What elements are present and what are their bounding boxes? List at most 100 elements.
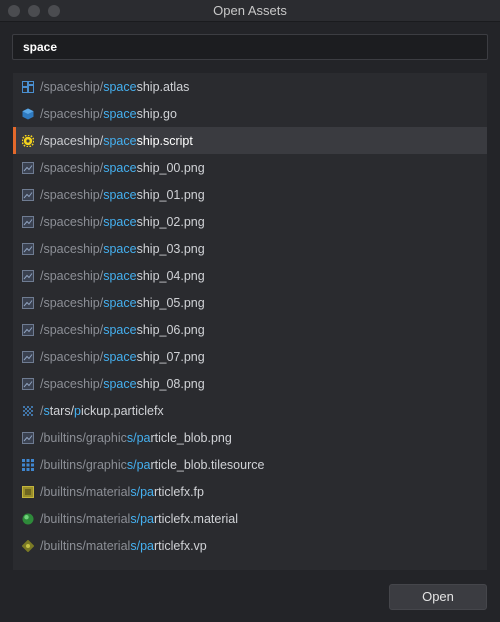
path-prefix: /spaceship/ — [40, 376, 104, 391]
tilesource-icon — [22, 458, 34, 471]
image-icon — [22, 350, 34, 363]
file-name: rticlefx.fp — [153, 484, 204, 499]
result-row[interactable]: /spaceship/space ship_01.png — [13, 181, 487, 208]
path-prefix: /spaceship/ — [40, 79, 104, 94]
result-row[interactable]: /builtins/material s/pa rticlefx.material — [13, 505, 487, 532]
match-highlight: space — [103, 376, 137, 391]
result-row[interactable]: / s tars/p ickup.particlefx — [13, 397, 487, 424]
file-name: ship_04.png — [136, 268, 205, 283]
particlefx-icon — [22, 405, 34, 417]
file-name: ship_00.png — [136, 160, 205, 175]
image-icon — [22, 431, 34, 444]
result-row[interactable]: /spaceship/space ship_03.png — [13, 235, 487, 262]
result-row[interactable]: /spaceship/space ship_08.png — [13, 370, 487, 397]
result-row[interactable]: /spaceship/space ship.atlas — [13, 73, 487, 100]
image-icon — [22, 161, 34, 174]
path-prefix: /spaceship/ — [40, 187, 104, 202]
search-input[interactable]: space — [12, 34, 488, 60]
result-row[interactable]: /builtins/material s/pa rticlefx.vp — [13, 532, 487, 559]
file-name: ship.atlas — [136, 79, 190, 94]
result-row[interactable]: /builtins/graphic s/pa rticle_blob.tilesou… — [13, 451, 487, 478]
file-name: rticle_blob.tilesource — [150, 457, 265, 472]
path-segment: tars/ — [49, 403, 75, 418]
match-highlight: s/ — [130, 484, 141, 499]
match-highlight: pa — [140, 484, 154, 499]
path-prefix: /spaceship/ — [40, 106, 104, 121]
open-button[interactable]: Open — [389, 584, 487, 610]
fragment-program-icon — [22, 485, 34, 498]
match-highlight: pa — [140, 538, 154, 553]
gameobject-icon — [22, 108, 34, 120]
image-icon — [22, 323, 34, 336]
image-icon — [22, 296, 34, 309]
match-highlight: pa — [136, 430, 151, 445]
image-icon — [22, 242, 34, 255]
match-highlight: s/ — [126, 457, 137, 472]
window-title: Open Assets — [213, 3, 287, 18]
path-prefix: /builtins/graphic — [40, 457, 127, 472]
file-name: rticle_blob.png — [150, 430, 232, 445]
result-row[interactable]: /spaceship/space ship_06.png — [13, 316, 487, 343]
path-prefix: /builtins/material — [40, 511, 131, 526]
open-assets-dialog: Open Assets space /spaceship/space ship.a… — [0, 0, 500, 622]
result-row[interactable]: /spaceship/space ship.go — [13, 100, 487, 127]
match-highlight: space — [103, 268, 137, 283]
atlas-icon — [22, 80, 34, 93]
file-name: ickup.particlefx — [81, 403, 164, 418]
file-name: ship_08.png — [136, 376, 205, 391]
script-gear-icon — [21, 133, 35, 148]
image-icon — [22, 377, 34, 390]
match-highlight: p — [74, 403, 81, 418]
match-highlight: pa — [140, 511, 154, 526]
result-row[interactable]: /spaceship/space ship_05.png — [13, 289, 487, 316]
file-name: ship.go — [136, 106, 177, 121]
path-prefix: /spaceship/ — [40, 160, 104, 175]
path-prefix: /spaceship/ — [40, 214, 104, 229]
result-row[interactable]: /spaceship/space ship.script — [13, 127, 487, 154]
file-name: ship_03.png — [136, 241, 205, 256]
match-highlight: s/ — [126, 430, 137, 445]
image-icon — [22, 269, 34, 282]
path-prefix: /spaceship/ — [40, 241, 104, 256]
path-prefix: /spaceship/ — [40, 295, 104, 310]
match-highlight: s/ — [130, 511, 141, 526]
results-list[interactable]: /spaceship/space ship.atlas/spaceship/spa… — [13, 73, 487, 570]
path-prefix: /spaceship/ — [40, 322, 104, 337]
path-prefix: /spaceship/ — [40, 268, 104, 283]
path-prefix: /spaceship/ — [40, 133, 104, 148]
file-name: rticlefx.material — [153, 511, 239, 526]
file-name: ship.script — [136, 133, 193, 148]
path-prefix: /builtins/material — [40, 538, 131, 553]
image-icon — [22, 188, 34, 201]
result-row[interactable]: /spaceship/space ship_00.png — [13, 154, 487, 181]
material-icon — [22, 513, 34, 525]
match-highlight: space — [103, 349, 137, 364]
result-row[interactable]: /spaceship/space ship_07.png — [13, 343, 487, 370]
path-prefix: /builtins/graphic — [40, 430, 127, 445]
match-highlight: space — [103, 241, 137, 256]
match-highlight: space — [103, 133, 137, 148]
file-name: ship_06.png — [136, 322, 205, 337]
title-bar: Open Assets — [0, 0, 500, 22]
image-icon — [22, 215, 34, 228]
result-row[interactable]: /builtins/material s/pa rticlefx.fp — [13, 478, 487, 505]
file-name: ship_07.png — [136, 349, 205, 364]
result-row[interactable]: /spaceship/space ship_04.png — [13, 262, 487, 289]
path-prefix: /builtins/material — [40, 484, 131, 499]
match-highlight: space — [103, 295, 137, 310]
match-highlight: s/ — [130, 538, 141, 553]
result-row[interactable]: /builtins/graphic s/pa rticle_blob.png — [13, 424, 487, 451]
result-row[interactable]: /spaceship/space ship_02.png — [13, 208, 487, 235]
match-highlight: space — [103, 79, 137, 94]
path-prefix: /spaceship/ — [40, 349, 104, 364]
vertex-program-icon — [21, 539, 35, 552]
file-name: ship_01.png — [136, 187, 205, 202]
match-highlight: space — [103, 214, 137, 229]
match-highlight: space — [103, 106, 137, 121]
file-name: ship_05.png — [136, 295, 205, 310]
file-name: ship_02.png — [136, 214, 205, 229]
file-name: rticlefx.vp — [153, 538, 207, 553]
match-highlight: pa — [136, 457, 151, 472]
match-highlight: space — [103, 322, 137, 337]
match-highlight: space — [103, 160, 137, 175]
